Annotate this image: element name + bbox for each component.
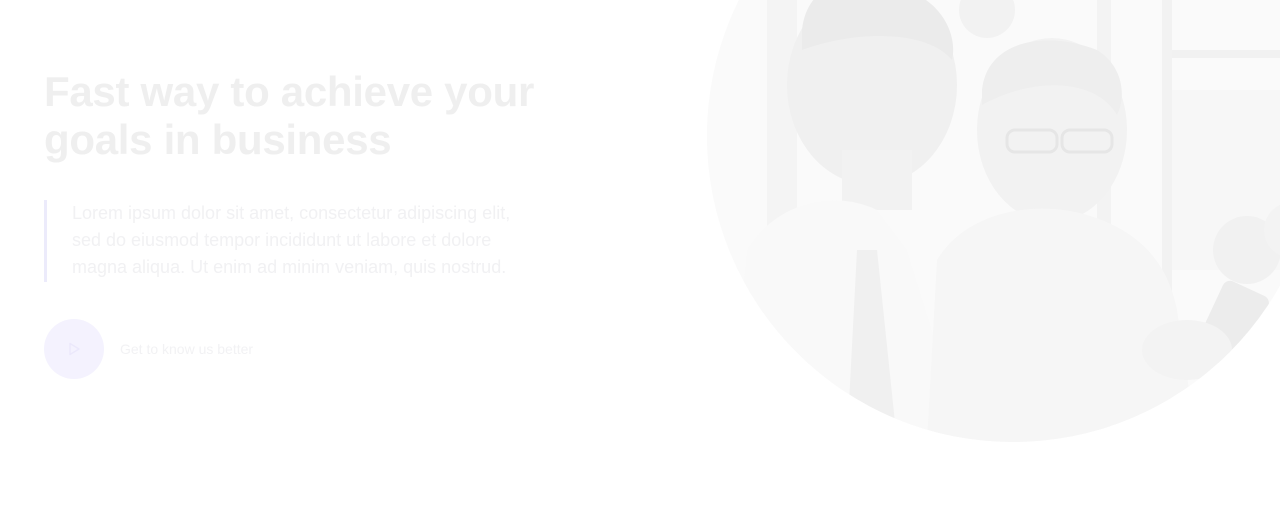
hero-description: Lorem ipsum dolor sit amet, consectetur … xyxy=(44,200,564,282)
hero-title: Fast way to achieve your goals in busine… xyxy=(44,68,604,164)
hero-section: Fast way to achieve your goals in busine… xyxy=(0,0,1280,528)
hero-title-line-2: goals in business xyxy=(44,116,392,163)
hero-description-line-3: magna aliqua. Ut enim ad minim veniam, q… xyxy=(72,257,507,277)
get-to-know-us-label[interactable]: Get to know us better xyxy=(120,341,253,357)
hero-description-text: Lorem ipsum dolor sit amet, consectetur … xyxy=(72,200,564,281)
get-to-know-us-link[interactable]: Get to know us better xyxy=(44,319,253,379)
hero-photo xyxy=(707,0,1280,442)
play-button[interactable] xyxy=(44,319,104,379)
hero-description-line-1: Lorem ipsum dolor sit amet, consectetur … xyxy=(72,203,511,223)
hero-description-line-2: sed do eiusmod tempor incididunt ut labo… xyxy=(72,230,492,250)
play-icon xyxy=(67,342,81,356)
hero-title-line-1: Fast way to achieve your xyxy=(44,68,534,115)
